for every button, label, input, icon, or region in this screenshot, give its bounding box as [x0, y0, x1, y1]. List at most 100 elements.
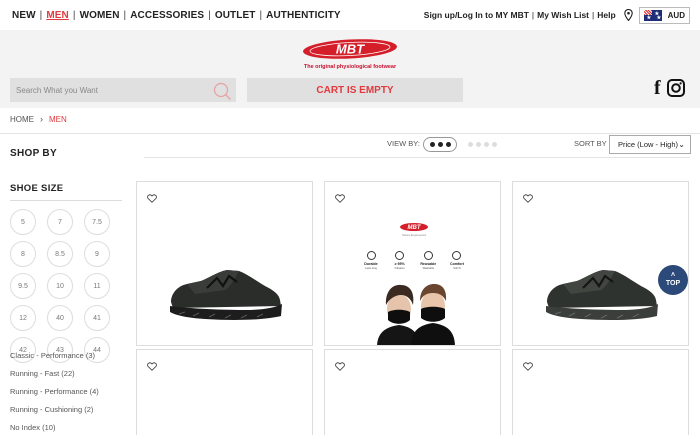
- australia-flag-icon: ★ ★ ★: [643, 9, 662, 21]
- dot-icon: [475, 142, 481, 147]
- wishlist-link[interactable]: My Wish List: [537, 10, 589, 20]
- search-input[interactable]: [16, 85, 206, 95]
- product-card[interactable]: MBT Swiss Engineered Durable Lasts long …: [324, 181, 501, 346]
- help-link[interactable]: Help: [597, 10, 615, 20]
- size-option[interactable]: 7.5: [84, 209, 110, 235]
- brand-logo[interactable]: MBT The original physiological footwear: [297, 38, 403, 70]
- nav-item-authenticity[interactable]: AUTHENTICITY: [266, 10, 341, 21]
- nav-item-outlet[interactable]: OUTLET: [215, 10, 256, 21]
- grid-3-view-toggle[interactable]: [423, 137, 457, 152]
- product-card[interactable]: [324, 349, 501, 435]
- category-filter-item[interactable]: No Index (10): [10, 419, 99, 435]
- cart-button[interactable]: CART IS EMPTY: [247, 78, 463, 102]
- feature-sub: Soft fit: [453, 267, 461, 270]
- size-option[interactable]: 9.5: [10, 273, 36, 299]
- comfort-icon: [452, 251, 462, 260]
- sort-select[interactable]: Price (Low - High) ⌄: [609, 135, 691, 154]
- nav-separator: |: [208, 9, 211, 21]
- feature-sub: Washable: [422, 267, 435, 270]
- promo-feature: Comfort Soft fit: [445, 251, 469, 270]
- product-card[interactable]: [512, 181, 689, 346]
- wishlist-heart-icon[interactable]: [147, 362, 157, 371]
- social-links: f: [654, 78, 685, 98]
- size-option[interactable]: 41: [84, 305, 110, 331]
- chevron-right-icon: ›: [40, 114, 43, 124]
- nav-separator: |: [259, 9, 263, 21]
- country-currency: AUD: [667, 10, 685, 20]
- mbt-logo-mark: MBT: [303, 39, 397, 59]
- reusable-icon: [423, 251, 433, 260]
- size-option[interactable]: 10: [47, 273, 73, 299]
- breadcrumb: HOME › MEN: [10, 114, 67, 124]
- category-filter-item[interactable]: Classic - Performance (3): [10, 347, 99, 365]
- shoe-product-image: [170, 270, 282, 320]
- site-header: MBT The original physiological footwear …: [0, 30, 700, 108]
- nav-item-women[interactable]: WOMEN: [80, 10, 120, 21]
- size-option[interactable]: 11: [84, 273, 110, 299]
- product-card[interactable]: [136, 181, 313, 346]
- search-bar: [10, 78, 236, 102]
- product-card[interactable]: [136, 349, 313, 435]
- shoe-size-heading[interactable]: SHOE SIZE: [10, 183, 63, 194]
- category-filter-item[interactable]: Running - Cushioning (2): [10, 401, 99, 419]
- chevron-down-icon: ⌄: [678, 140, 685, 149]
- sort-by-label: SORT BY: [574, 139, 607, 148]
- dot-icon: [437, 142, 443, 147]
- wishlist-heart-icon[interactable]: [523, 362, 533, 371]
- wishlist-heart-icon[interactable]: [147, 194, 157, 203]
- face-mask-promo-image: MBT Swiss Engineered Durable Lasts long …: [349, 217, 479, 345]
- facebook-icon[interactable]: f: [654, 78, 661, 98]
- country-selector[interactable]: ★ ★ ★ AUD: [638, 6, 690, 24]
- models-wearing-masks-image: [377, 284, 455, 345]
- size-options: 5 7 7.5 8 8.5 9 9.5 10 11 12 40 41 42 43…: [10, 209, 122, 363]
- promo-feature: Reusable Washable: [416, 251, 440, 270]
- shop-by-heading: SHOP BY: [10, 148, 57, 159]
- mbt-logo-mark: MBT: [400, 223, 428, 231]
- util-separator: |: [592, 10, 595, 20]
- size-option[interactable]: 7: [47, 209, 73, 235]
- back-to-top-button[interactable]: ˄ TOP: [658, 265, 688, 295]
- size-option[interactable]: 9: [84, 241, 110, 267]
- location-pin-icon[interactable]: [623, 9, 633, 21]
- nav-item-men[interactable]: MEN: [46, 10, 69, 21]
- back-to-top-label: TOP: [665, 280, 681, 287]
- utility-links: Sign up/Log In to MY MBT | My Wish List …: [424, 6, 690, 24]
- util-separator: |: [531, 10, 535, 20]
- wishlist-heart-icon[interactable]: [523, 194, 533, 203]
- product-card[interactable]: [512, 349, 689, 435]
- promo-feature: Durable Lasts long: [359, 251, 383, 270]
- breadcrumb-current: MEN: [49, 114, 67, 124]
- main-nav: NEW | MEN | WOMEN | ACCESSORIES | OUTLET…: [12, 10, 341, 21]
- dot-icon: [491, 142, 497, 147]
- nav-separator: |: [72, 9, 76, 21]
- wishlist-heart-icon[interactable]: [335, 194, 345, 203]
- sort-value: Price (Low - High): [618, 140, 679, 149]
- dot-icon: [445, 142, 451, 147]
- category-filter-item[interactable]: Running - Fast (22): [10, 365, 99, 383]
- feature-sub: Lasts long: [365, 267, 377, 270]
- nav-item-accessories[interactable]: ACCESSORIES: [130, 10, 204, 21]
- size-option[interactable]: 12: [10, 305, 36, 331]
- nav-item-new[interactable]: NEW: [12, 10, 36, 21]
- grid-4-view-toggle[interactable]: [464, 137, 500, 152]
- category-filters: Classic - Performance (3) Running - Fast…: [10, 347, 99, 435]
- category-filter-item[interactable]: Running - Performance (4): [10, 383, 99, 401]
- instagram-icon[interactable]: [666, 79, 685, 97]
- size-option[interactable]: 8: [10, 241, 36, 267]
- signin-link[interactable]: Sign up/Log In to MY MBT: [424, 10, 529, 20]
- search-icon[interactable]: [212, 81, 232, 101]
- dot-icon: [429, 142, 435, 147]
- top-bar: NEW | MEN | WOMEN | ACCESSORIES | OUTLET…: [0, 0, 700, 30]
- nav-separator: |: [123, 9, 127, 21]
- promo-features: Durable Lasts long ≥ 95% Filtration Reus…: [359, 251, 469, 270]
- feature-title: Reusable: [420, 262, 437, 266]
- size-option[interactable]: 40: [47, 305, 73, 331]
- feature-sub: Filtration: [394, 267, 405, 270]
- durable-icon: [366, 251, 376, 260]
- wishlist-heart-icon[interactable]: [335, 362, 345, 371]
- svg-text:MBT: MBT: [336, 42, 365, 57]
- breadcrumb-home[interactable]: HOME: [10, 115, 34, 124]
- size-option[interactable]: 5: [10, 209, 36, 235]
- feature-title: Durable: [364, 262, 378, 266]
- size-option[interactable]: 8.5: [47, 241, 73, 267]
